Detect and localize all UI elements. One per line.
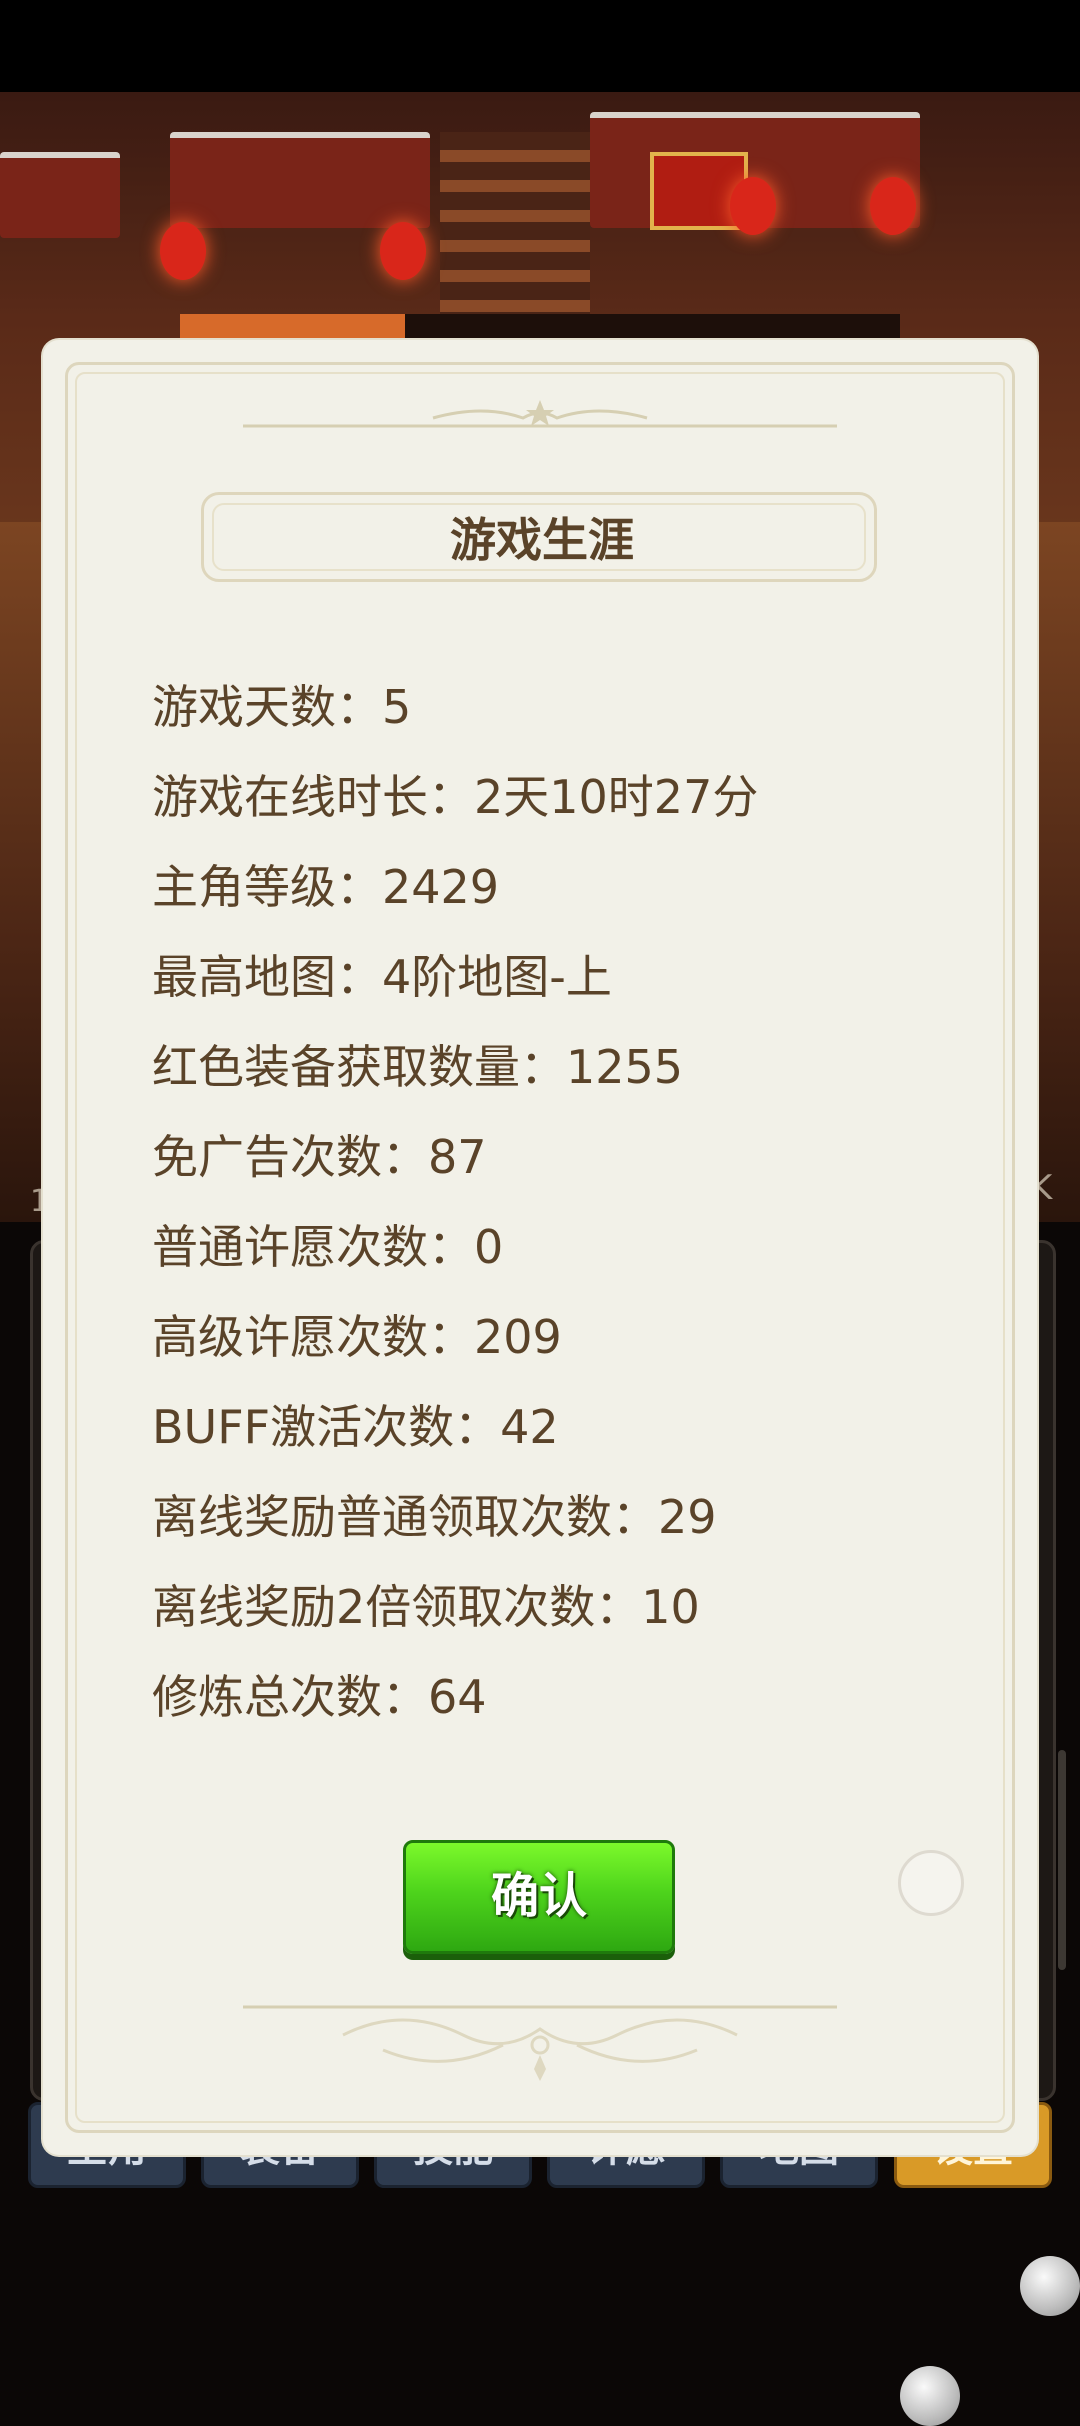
stat-highest-map: 最高地图：4阶地图-上 (152, 950, 612, 1004)
stat-normal-wish: 普通许愿次数：0 (152, 1220, 504, 1274)
stat-red-equipment: 红色装备获取数量：1255 (152, 1040, 684, 1094)
stat-play-days: 游戏天数：5 (152, 680, 412, 734)
status-bar (0, 0, 1080, 92)
stat-online-time: 游戏在线时长：2天10时27分 (152, 770, 759, 824)
scrollbar[interactable] (1058, 1750, 1066, 1970)
stats-list: 游戏天数：5 游戏在线时长：2天10时27分 主角等级：2429 最高地图：4阶… (152, 662, 972, 1742)
stat-buff-activations: BUFF激活次数：42 (152, 1400, 559, 1454)
stat-hero-level: 主角等级：2429 (152, 860, 500, 914)
top-ornament (243, 400, 837, 428)
stat-advanced-wish: 高级许愿次数：209 (152, 1310, 562, 1364)
stat-ad-free-count: 免广告次数：87 (152, 1130, 487, 1184)
stat-offline-normal-claims: 离线奖励普通领取次数：29 (152, 1490, 717, 1544)
career-stats-dialog: 游戏生涯 游戏天数：5 游戏在线时长：2天10时27分 主角等级：2429 最高… (43, 340, 1037, 2155)
stat-training-total: 修炼总次数：64 (152, 1670, 487, 1724)
dialog-title: 游戏生涯 (450, 513, 634, 567)
floating-assist-button[interactable] (1020, 2256, 1080, 2316)
confirm-button[interactable]: 确认 (403, 1840, 675, 1954)
bottom-ornament (243, 2005, 837, 2081)
title-box: 游戏生涯 (201, 492, 877, 582)
floating-assist-button-2[interactable] (900, 2366, 960, 2426)
floating-circle-button[interactable] (898, 1850, 964, 1916)
stat-offline-double-claims: 离线奖励2倍领取次数：10 (152, 1580, 700, 1634)
